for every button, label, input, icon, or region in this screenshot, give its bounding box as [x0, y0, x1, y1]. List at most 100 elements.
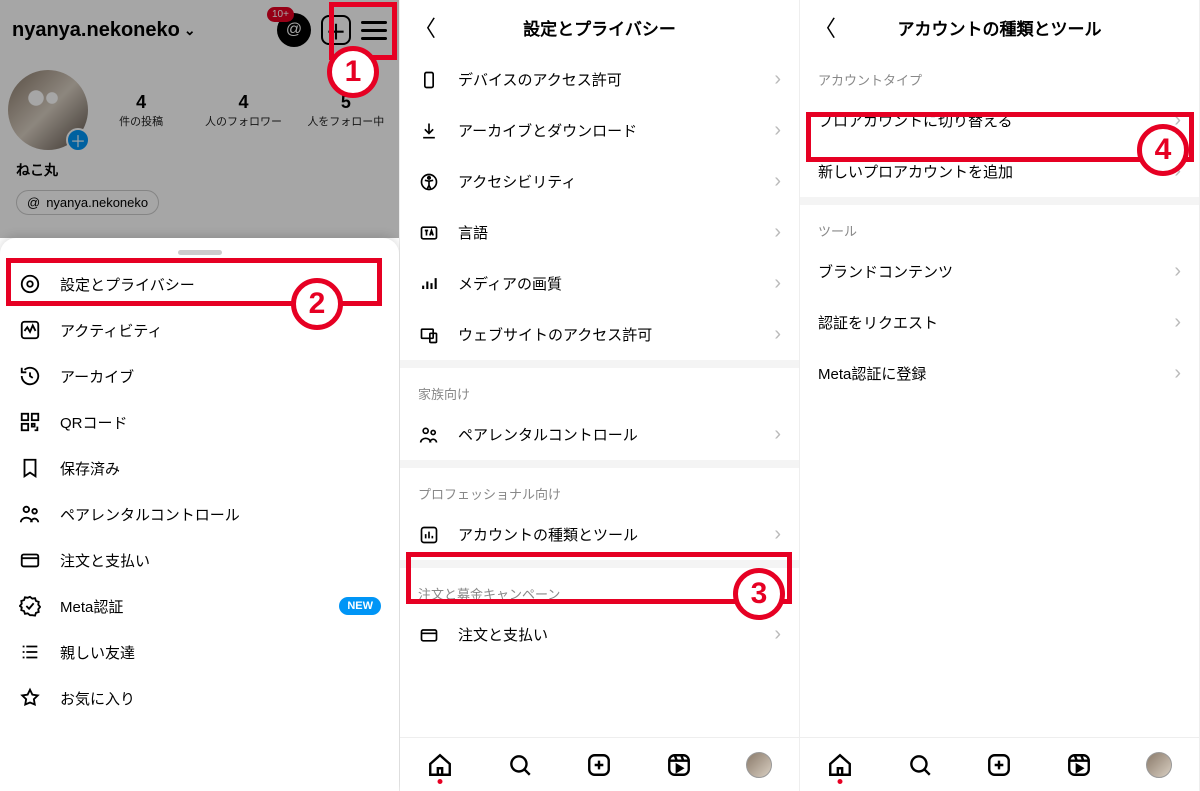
chevron-down-icon: ⌄ [184, 22, 196, 39]
panel-settings: 〈 設定とプライバシー デバイスのアクセス許可 › アーカイブとダウンロード ›… [400, 0, 800, 791]
tab-home[interactable] [427, 752, 453, 778]
tab-create[interactable] [586, 752, 612, 778]
family-icon [418, 425, 440, 445]
add-story-icon[interactable]: ＋ [66, 128, 90, 152]
activity-icon [18, 319, 42, 341]
chevron-right-icon: › [774, 423, 781, 446]
row-brand-content[interactable]: ブランドコンテンツ › [800, 246, 1199, 297]
sheet-saved[interactable]: 保存済み [0, 445, 399, 491]
row-label: メディアの画質 [458, 273, 756, 294]
new-badge: NEW [339, 597, 381, 615]
chevron-right-icon: › [774, 523, 781, 546]
sheet-orders[interactable]: 注文と支払い [0, 537, 399, 583]
sheet-close-friends[interactable]: 親しい友達 [0, 629, 399, 675]
row-label: 新しいプロアカウントを追加 [818, 161, 1156, 182]
row-label: ウェブサイトのアクセス許可 [458, 324, 756, 345]
panel-profile: nyanya.nekoneko ⌄ @ 10+ ＋ ＋ 4 件の投稿 4 人のフ… [0, 0, 400, 791]
sheet-favorites[interactable]: お気に入り [0, 675, 399, 721]
row-label: 認証をリクエスト [818, 312, 1156, 333]
tab-create[interactable] [986, 752, 1012, 778]
accessibility-icon [418, 172, 440, 192]
stat-followers-label: 人のフォロワー [194, 113, 292, 129]
back-button[interactable]: 〈 [810, 11, 840, 43]
stat-posts-label: 件の投稿 [92, 113, 190, 129]
gear-icon [18, 273, 42, 295]
sheet-qrcode[interactable]: QRコード [0, 399, 399, 445]
stat-followers[interactable]: 4 人のフォロワー [194, 92, 292, 129]
row-account-type-tools[interactable]: アカウントの種類とツール › [400, 509, 799, 560]
row-label: デバイスのアクセス許可 [458, 69, 756, 90]
account-type-header: 〈 アカウントの種類とツール [800, 0, 1199, 54]
bottom-tabbar [400, 737, 799, 791]
row-device-permissions[interactable]: デバイスのアクセス許可 › [400, 54, 799, 105]
star-icon [18, 687, 42, 709]
archive-icon [18, 365, 42, 387]
chevron-right-icon: › [774, 272, 781, 295]
sheet-drag-handle[interactable] [178, 250, 222, 255]
download-icon [418, 121, 440, 141]
row-add-pro-account[interactable]: 新しいプロアカウントを追加 › [800, 146, 1199, 197]
tab-reels[interactable] [666, 752, 692, 778]
sheet-item-label: お気に入り [60, 688, 135, 709]
page-title: 設定とプライバシー [440, 15, 789, 40]
profile-stats-row: ＋ 4 件の投稿 4 人のフォロワー 5 人をフォロー中 [0, 60, 399, 160]
tab-profile[interactable] [1146, 752, 1172, 778]
stat-following[interactable]: 5 人をフォロー中 [297, 92, 395, 129]
row-archive-download[interactable]: アーカイブとダウンロード › [400, 105, 799, 156]
threads-link[interactable]: @ nyanya.nekoneko [16, 190, 159, 215]
sheet-archive[interactable]: アーカイブ [0, 353, 399, 399]
sheet-settings-privacy[interactable]: 設定とプライバシー [0, 261, 399, 307]
sheet-item-label: QRコード [60, 412, 128, 433]
threads-badge-icon[interactable]: @ 10+ [277, 13, 311, 47]
display-name: ねこ丸 [0, 160, 399, 180]
stat-followers-num: 4 [194, 92, 292, 113]
section-pro-title: プロフェッショナル向け [400, 468, 799, 509]
row-parental-control[interactable]: ペアレンタルコントロール › [400, 409, 799, 460]
sheet-item-label: アクティビティ [60, 320, 162, 341]
hamburger-menu-button[interactable] [361, 21, 387, 40]
row-label: 注文と支払い [458, 624, 756, 645]
row-accessibility[interactable]: アクセシビリティ › [400, 156, 799, 207]
tab-search[interactable] [907, 752, 933, 778]
bottom-sheet: 設定とプライバシー アクティビティ アーカイブ QRコード 保存済み [0, 238, 399, 791]
bookmark-icon [18, 457, 42, 479]
username-dropdown[interactable]: nyanya.nekoneko ⌄ [12, 19, 267, 42]
list-icon [18, 641, 42, 663]
sheet-meta-verified[interactable]: Meta認証 NEW [0, 583, 399, 629]
sheet-item-label: Meta認証 [60, 596, 123, 617]
family-icon [18, 503, 42, 525]
section-tools-title: ツール [800, 205, 1199, 246]
chevron-right-icon: › [774, 68, 781, 91]
threads-handle: nyanya.nekoneko [46, 195, 148, 210]
row-meta-verified-join[interactable]: Meta認証に登録 › [800, 348, 1199, 399]
page-title: アカウントの種類とツール [840, 15, 1189, 40]
row-switch-pro-account[interactable]: プロアカウントに切り替える › [800, 95, 1199, 146]
chevron-right-icon: › [1174, 362, 1181, 385]
row-label: アーカイブとダウンロード [458, 120, 756, 141]
chevron-right-icon: › [774, 623, 781, 646]
row-media-quality[interactable]: メディアの画質 › [400, 258, 799, 309]
section-divider [400, 560, 799, 568]
chevron-right-icon: › [774, 323, 781, 346]
row-orders-payments2[interactable]: 注文と支払い › [400, 609, 799, 660]
back-button[interactable]: 〈 [410, 11, 440, 43]
section-divider [400, 460, 799, 468]
sheet-parental[interactable]: ペアレンタルコントロール [0, 491, 399, 537]
sheet-activity[interactable]: アクティビティ [0, 307, 399, 353]
profile-avatar[interactable]: ＋ [8, 70, 88, 150]
row-language[interactable]: 言語 › [400, 207, 799, 258]
tab-home[interactable] [827, 752, 853, 778]
chevron-right-icon: › [774, 221, 781, 244]
tab-reels[interactable] [1066, 752, 1092, 778]
stat-posts[interactable]: 4 件の投稿 [92, 92, 190, 129]
tab-search[interactable] [507, 752, 533, 778]
row-request-verification[interactable]: 認証をリクエスト › [800, 297, 1199, 348]
tab-profile[interactable] [746, 752, 772, 778]
username-text: nyanya.nekoneko [12, 19, 180, 42]
sheet-item-label: ペアレンタルコントロール [60, 504, 240, 525]
create-post-button[interactable]: ＋ [321, 15, 351, 45]
sheet-item-label: 親しい友達 [60, 642, 135, 663]
language-icon [418, 223, 440, 243]
chevron-right-icon: › [1174, 160, 1181, 183]
row-website-permissions[interactable]: ウェブサイトのアクセス許可 › [400, 309, 799, 360]
